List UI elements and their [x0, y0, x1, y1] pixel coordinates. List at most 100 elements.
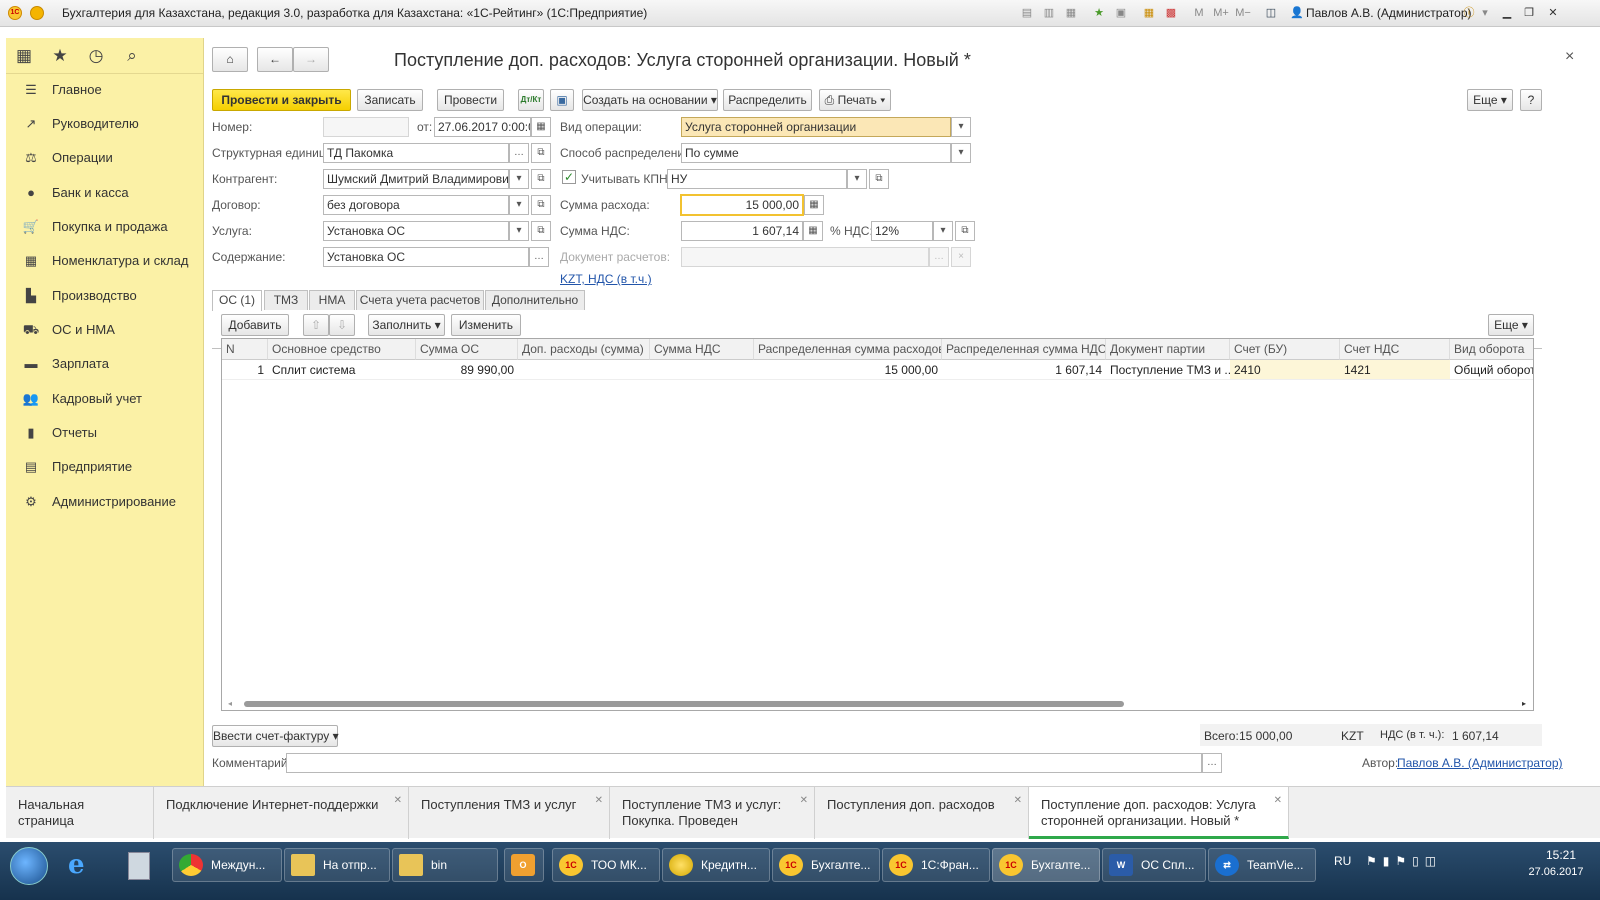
tab-intangibles[interactable]: НМА [309, 290, 355, 310]
move-up-icon[interactable]: ⇧ [303, 314, 329, 336]
sidebar-item-reports[interactable]: ▮ Отчеты [6, 418, 204, 448]
sidebar-item-bank[interactable]: ● Банк и касса [6, 178, 204, 208]
kpn-checkbox[interactable]: ✓ [562, 170, 576, 184]
taskbar-item-1c-2[interactable]: 1С Бухгалте... [772, 848, 880, 882]
taskbar-item-chrome[interactable]: Междун... [172, 848, 282, 882]
amount-field[interactable]: 15 000,00 [680, 194, 804, 216]
dropdown-icon[interactable]: ▾ [951, 117, 971, 137]
currency-vat-link[interactable]: KZT, НДС (в т.ч.) [560, 272, 652, 286]
open-icon[interactable]: ⧉ [531, 169, 551, 189]
sidebar-item-assets[interactable]: ⛟ ОС и НМА [6, 315, 204, 345]
taskbar-item-1c-1[interactable]: 1С ТОО МК... [552, 848, 660, 882]
favorites-icon[interactable]: ★ [1092, 6, 1106, 20]
calculator-icon[interactable]: ▦ [803, 221, 823, 241]
print-button[interactable]: ⎙ Печать ▾ [819, 89, 891, 111]
history-icon[interactable]: ◷ [86, 46, 106, 66]
change-button[interactable]: Изменить [451, 314, 521, 336]
grid-icon[interactable]: ▦ [14, 46, 34, 66]
table-cell[interactable]: 1 607,14 [942, 360, 1106, 380]
tab-assets[interactable]: ОС (1) [212, 290, 262, 311]
preview-icon[interactable]: ▦ [1064, 6, 1078, 20]
open-icon[interactable]: ⧉ [531, 195, 551, 215]
print-icon[interactable]: ▥ [1042, 6, 1056, 20]
taskbar-item-word[interactable]: W ОС Спл... [1102, 848, 1206, 882]
settlement-doc-field[interactable] [681, 247, 929, 267]
table-cell[interactable]: Сплит система [268, 360, 416, 380]
column-header-vat-sum[interactable]: Сумма НДС [650, 339, 754, 360]
calendar-icon[interactable]: ▦ [531, 117, 551, 137]
clock-time[interactable]: 15:21 [1536, 848, 1586, 862]
table-cell[interactable] [650, 360, 754, 380]
open-icon[interactable]: ⧉ [531, 143, 551, 163]
window-tab-internet-support[interactable]: Подключение Интернет-поддержки ✕ [154, 787, 409, 839]
close-icon[interactable]: ✕ [800, 793, 808, 809]
taskbar-item-1c-3[interactable]: 1С 1С:Фран... [882, 848, 990, 882]
chevron-down-icon[interactable]: ▾ [1478, 6, 1492, 20]
scroll-right-icon[interactable]: ▸ [1522, 699, 1526, 708]
column-header-account[interactable]: Счет (БУ) [1230, 339, 1340, 360]
home-button[interactable]: ⌂ [212, 47, 248, 72]
open-icon[interactable]: ⧉ [531, 221, 551, 241]
dropdown-icon[interactable]: ▾ [509, 169, 529, 189]
dropdown-icon[interactable]: ▾ [509, 221, 529, 241]
calculator-icon[interactable]: ▦ [804, 195, 824, 215]
sidebar-item-production[interactable]: ▙ Производство [6, 281, 204, 311]
create-based-on-button[interactable]: Создать на основании ▾ [582, 89, 718, 111]
open-icon[interactable]: ⧉ [955, 221, 975, 241]
window-tab-receipts-list[interactable]: Поступления ТМЗ и услуг ✕ [409, 787, 610, 839]
table-cell[interactable]: 89 990,00 [416, 360, 518, 380]
tab-settlement-accounts[interactable]: Счета учета расчетов [356, 290, 484, 310]
sidebar-item-enterprise[interactable]: ▤ Предприятие [6, 452, 204, 482]
struct-unit-field[interactable]: ТД Пакомка [323, 143, 509, 163]
column-header-n[interactable]: N [222, 339, 268, 360]
number-field[interactable] [323, 117, 409, 137]
m-icon[interactable]: M [1192, 6, 1206, 20]
column-header-dist-vat[interactable]: Распределенная сумма НДС [942, 339, 1106, 360]
search-icon[interactable]: ⌕ [122, 46, 142, 66]
select-button[interactable]: … [1202, 753, 1222, 773]
taskbar-item-outlook[interactable]: O [504, 848, 544, 882]
move-down-icon[interactable]: ⇩ [329, 314, 355, 336]
dropdown-icon[interactable]: ▾ [933, 221, 953, 241]
table-cell[interactable]: 1421 [1340, 360, 1450, 380]
close-icon[interactable]: ✕ [1546, 6, 1560, 20]
counterparty-field[interactable]: Шумский Дмитрий Владимирович [323, 169, 509, 189]
vat-amount-field[interactable]: 1 607,14 [681, 221, 803, 241]
comment-field[interactable] [286, 753, 1202, 773]
grid-more-button[interactable]: Еще ▾ [1488, 314, 1534, 336]
structure-icon[interactable]: ▣ [550, 89, 574, 111]
calculator-app-icon[interactable] [128, 852, 150, 880]
column-header-extra-costs[interactable]: Доп. расходы (сумма) [518, 339, 650, 360]
main-menu-icon[interactable] [30, 6, 44, 20]
tray-icons[interactable]: ⚑▮⚑▯◫ [1366, 854, 1442, 868]
calculator-icon[interactable]: ▦ [1142, 6, 1156, 20]
m-minus-icon[interactable]: M− [1234, 6, 1252, 20]
fill-button[interactable]: Заполнить ▾ [368, 314, 445, 336]
content-field[interactable]: Установка ОС [323, 247, 529, 267]
post-button[interactable]: Провести [437, 89, 504, 111]
column-header-asset-sum[interactable]: Сумма ОС [416, 339, 518, 360]
clear-icon[interactable]: × [951, 247, 971, 267]
table-cell[interactable]: Общий оборот [1450, 360, 1533, 380]
back-button[interactable]: ← [257, 47, 293, 72]
sidebar-item-hr[interactable]: 👥 Кадровый учет [6, 384, 204, 414]
close-icon[interactable]: ✕ [1274, 793, 1282, 809]
window-tab-receipt-purchase[interactable]: Поступление ТМЗ и услуг: Покупка. Провед… [610, 787, 815, 839]
minimize-icon[interactable]: ▁ [1500, 6, 1514, 20]
horizontal-scrollbar[interactable] [244, 701, 1124, 707]
distribute-button[interactable]: Распределить [723, 89, 812, 111]
contract-field[interactable]: без договора [323, 195, 509, 215]
sidebar-item-main[interactable]: ☰ Главное [6, 75, 204, 105]
clock-date[interactable]: 27.06.2017 [1520, 866, 1592, 878]
language-indicator[interactable]: RU [1334, 854, 1351, 868]
info-icon[interactable]: ⓘ [1462, 6, 1476, 20]
date-field[interactable]: 27.06.2017 0:00:00 [434, 117, 531, 137]
enter-invoice-button[interactable]: Ввести счет-фактуру ▾ [212, 725, 339, 747]
restore-icon[interactable]: ❐ [1522, 6, 1536, 20]
dt-kt-icon[interactable]: Дт/Кт [518, 89, 544, 111]
dropdown-icon[interactable]: ▾ [951, 143, 971, 163]
taskbar-item-teamviewer[interactable]: ⇄ TeamVie... [1208, 848, 1316, 882]
sidebar-item-operations[interactable]: ⚖ Операции [6, 143, 204, 173]
dropdown-icon[interactable]: ▾ [509, 195, 529, 215]
start-button[interactable] [10, 847, 48, 885]
